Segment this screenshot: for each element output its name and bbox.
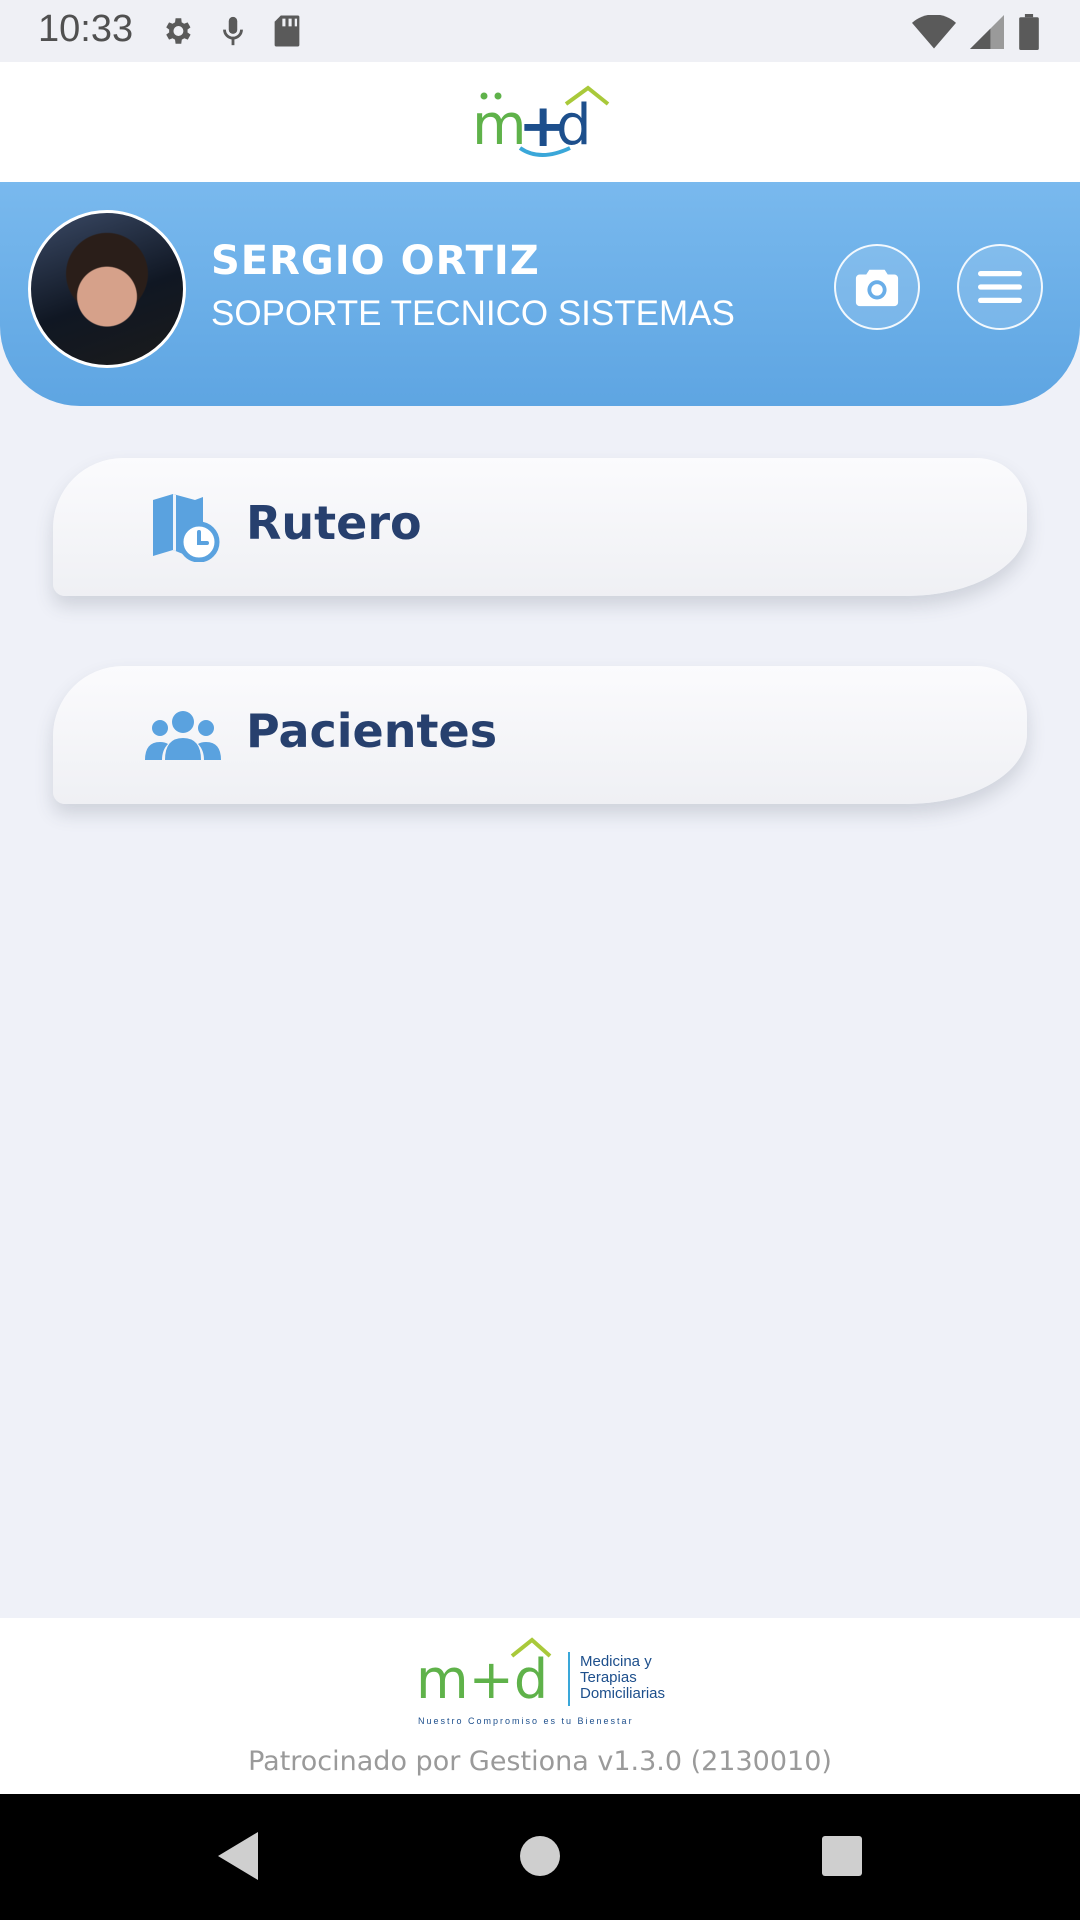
svg-text:d: d [556,93,592,158]
status-time: 10:33 [38,8,134,50]
menu-item-rutero[interactable]: Rutero [53,458,1027,596]
app-header: m + d [0,62,1080,182]
sd-card-icon [274,15,300,47]
menu-item-label: Pacientes [246,704,498,758]
menu-button[interactable] [957,244,1043,330]
user-role: SOPORTE TECNICO SISTEMAS [211,294,735,333]
avatar[interactable] [28,210,186,368]
back-triangle-icon[interactable] [214,1830,262,1882]
home-circle-icon[interactable] [514,1830,566,1882]
footer-logo-tagline: Nuestro Compromiso es tu Bienestar [418,1716,634,1726]
map-clock-icon [153,494,220,562]
user-name: SERGIO ORTIZ [211,238,540,284]
camera-button[interactable] [834,244,920,330]
profile-banner: SERGIO ORTIZ SOPORTE TECNICO SISTEMAS [0,182,1080,406]
m+d-logo: m + d [472,85,610,161]
gear-icon [166,18,191,44]
recents-square-icon[interactable] [816,1830,868,1882]
footer-logo-brand: m+d [416,1648,548,1711]
mic-icon [223,16,243,46]
footer: m+d Medicina y Terapias Domiciliarias Nu… [0,1618,1080,1794]
status-bar: 10:33 [0,0,1080,62]
footer-logo-line3: Domiciliarias [580,1685,665,1702]
users-group-icon [145,711,221,760]
wifi-icon [912,15,956,49]
footer-logo-line1: Medicina y [580,1653,652,1670]
signal-icon [970,15,1004,49]
menu-item-pacientes[interactable]: Pacientes [53,666,1027,804]
camera-icon [855,269,899,307]
footer-logo-line2: Terapias [580,1669,637,1686]
status-icons-right [912,14,1040,50]
battery-icon [1019,14,1039,50]
footer-logo: m+d Medicina y Terapias Domiciliarias Nu… [416,1637,665,1726]
hamburger-menu-icon [978,271,1022,303]
nav-bar [0,1794,1080,1920]
sponsor-text: Patrocinado por Gestiona v1.3.0 (2130010… [248,1746,832,1777]
menu-item-label: Rutero [246,496,422,550]
status-icons-left [160,14,302,48]
